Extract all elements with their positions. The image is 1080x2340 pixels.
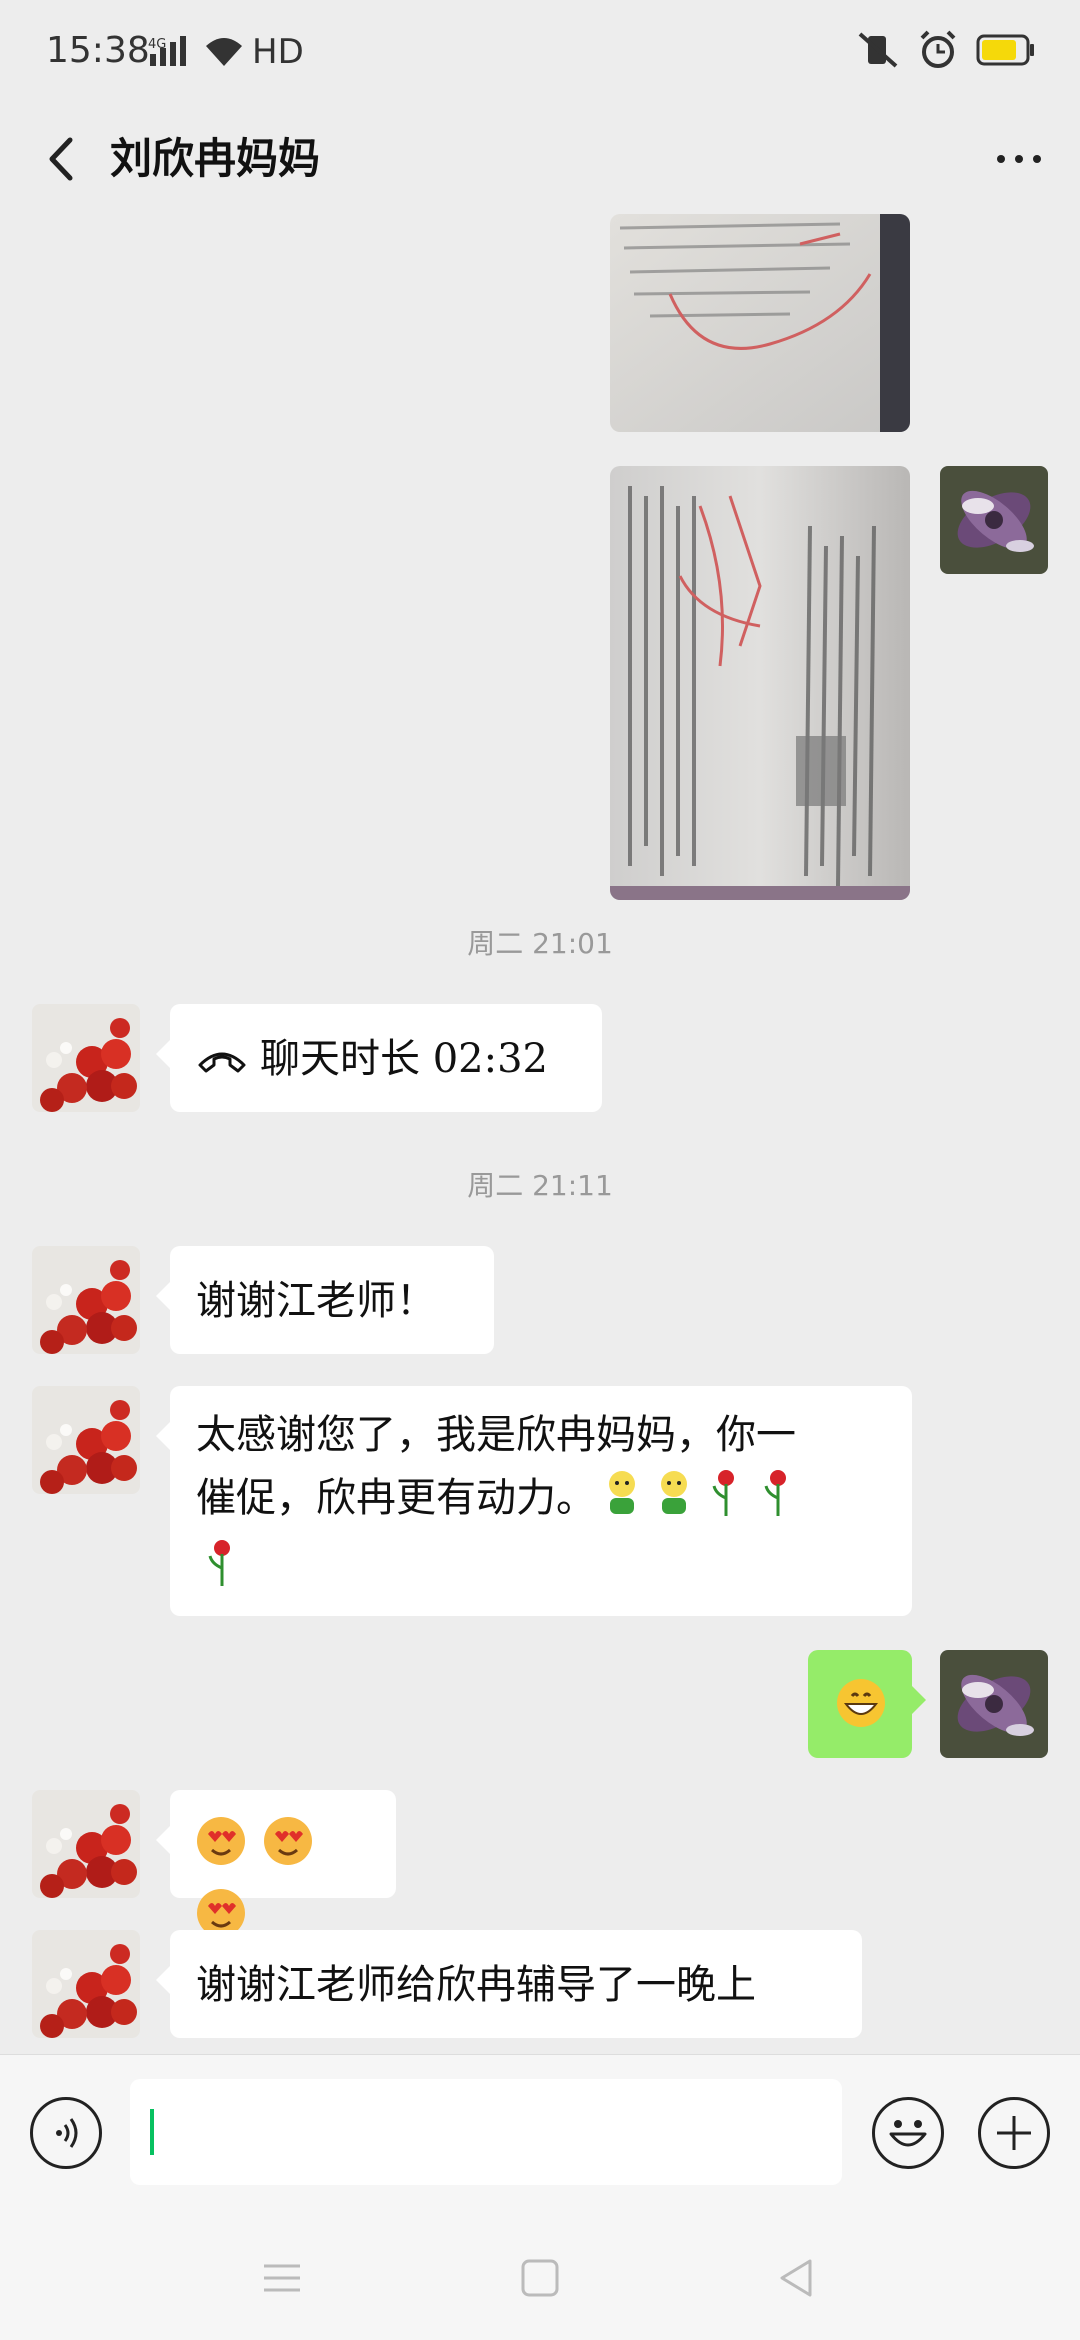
chat-header: 刘欣冉妈妈 bbox=[0, 108, 1080, 214]
rose-emoji-icon bbox=[196, 1536, 248, 1606]
message-bubble[interactable]: 谢谢江老师！ bbox=[156, 1246, 494, 1354]
status-bar: 15:38 4G HD bbox=[0, 0, 1080, 108]
menu-icon bbox=[264, 2264, 300, 2292]
system-back-button[interactable] bbox=[776, 2258, 816, 2302]
message-bubble[interactable]: 谢谢江老师给欣冉辅导了一晚上 bbox=[156, 1930, 862, 2038]
voice-icon bbox=[56, 2118, 78, 2148]
hd-label: HD bbox=[252, 32, 304, 72]
contact-avatar[interactable] bbox=[32, 1930, 140, 2038]
signal-icon: 4G bbox=[148, 34, 208, 78]
message-text-line-2: 催促，欣冉更有动力。 bbox=[196, 1475, 596, 1521]
smiley-icon bbox=[889, 2120, 927, 2147]
emoji-button[interactable] bbox=[872, 2097, 944, 2169]
more-dots-icon bbox=[997, 155, 1041, 163]
rose-emoji-icon bbox=[752, 1466, 804, 1536]
phone-call-icon bbox=[196, 1031, 248, 1093]
chevron-left-icon bbox=[49, 137, 73, 181]
message-text: 谢谢江老师给欣冉辅导了一晚上 bbox=[196, 1962, 756, 2008]
chat-messages[interactable]: 周二 21:01 聊天时长 02:32 周二 21:11 谢谢江老师！ 太感谢您… bbox=[0, 214, 1080, 2054]
battery-icon bbox=[976, 33, 1036, 71]
timestamp-2: 周二 21:11 bbox=[467, 1169, 613, 1202]
input-bar bbox=[0, 2054, 1080, 2215]
message-input[interactable] bbox=[130, 2079, 842, 2185]
back-button[interactable] bbox=[30, 124, 100, 194]
call-duration-label: 聊天时长 02:32 bbox=[260, 1036, 548, 1082]
alarm-icon bbox=[918, 30, 958, 74]
heart-eyes-emoji-icon bbox=[261, 1814, 315, 1886]
happy-face-emoji-icon bbox=[648, 1466, 700, 1536]
happy-face-emoji-icon bbox=[596, 1466, 648, 1536]
rose-emoji-icon bbox=[700, 1466, 752, 1536]
message-text: 谢谢江老师！ bbox=[196, 1278, 436, 1324]
contact-avatar[interactable] bbox=[32, 1004, 140, 1112]
status-time: 15:38 bbox=[46, 30, 150, 71]
contact-avatar[interactable] bbox=[32, 1790, 140, 1898]
message-bubble[interactable]: 太感谢您了，我是欣冉妈妈，你一 催促，欣冉更有动力。 bbox=[156, 1386, 912, 1616]
sent-photo-2[interactable] bbox=[610, 466, 910, 900]
wifi-icon bbox=[202, 34, 246, 72]
grin-emoji-icon bbox=[834, 1676, 888, 1748]
text-cursor bbox=[150, 2109, 154, 2155]
contact-avatar[interactable] bbox=[32, 1386, 140, 1494]
plus-icon bbox=[997, 2116, 1031, 2150]
more-options-button[interactable] bbox=[978, 2097, 1050, 2169]
home-icon bbox=[521, 2259, 559, 2297]
more-button[interactable] bbox=[984, 124, 1054, 194]
mute-vibrate-icon bbox=[856, 30, 900, 74]
my-avatar[interactable] bbox=[940, 1650, 1048, 1758]
system-nav-bar bbox=[0, 2214, 1080, 2340]
call-duration-bubble[interactable]: 聊天时长 02:32 bbox=[156, 1004, 602, 1112]
heart-eyes-emoji-icon bbox=[194, 1814, 248, 1886]
sent-emoji-bubble[interactable] bbox=[808, 1650, 926, 1758]
emoji-message-bubble[interactable] bbox=[156, 1790, 396, 1937]
timestamp-1: 周二 21:01 bbox=[467, 927, 613, 960]
back-triangle-icon bbox=[780, 2259, 812, 2297]
sent-photo-1[interactable] bbox=[610, 214, 910, 432]
contact-avatar[interactable] bbox=[32, 1246, 140, 1354]
chat-title: 刘欣冉妈妈 bbox=[110, 134, 321, 183]
my-avatar[interactable] bbox=[940, 466, 1048, 574]
recent-apps-button[interactable] bbox=[262, 2258, 302, 2302]
home-button[interactable] bbox=[520, 2258, 560, 2302]
message-text-line-1: 太感谢您了，我是欣冉妈妈，你一 bbox=[196, 1412, 796, 1458]
voice-button[interactable] bbox=[30, 2097, 102, 2169]
